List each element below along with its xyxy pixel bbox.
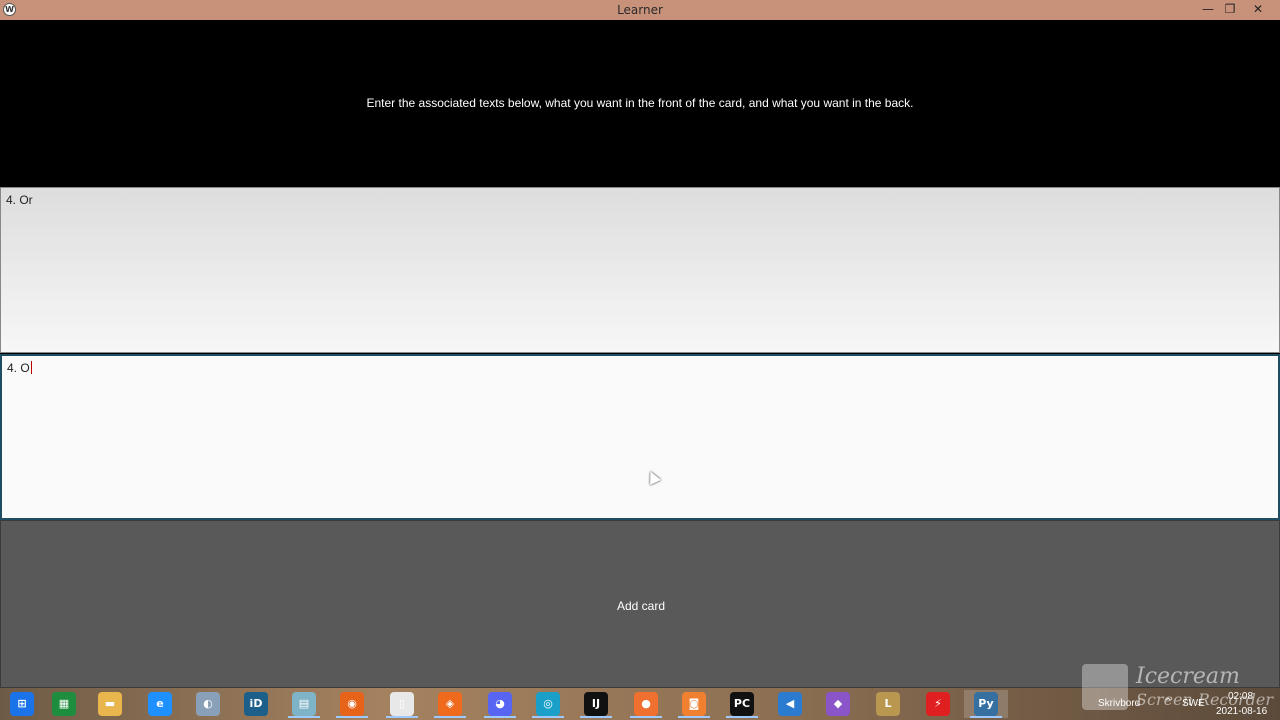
language-indicator[interactable]: SWE [1182,698,1205,709]
taskbar-intellij-button[interactable]: IJ [574,690,618,718]
blank-file-icon: ▯ [390,692,414,716]
python-icon: Py [974,692,998,716]
taskbar-brave-button[interactable]: ◈ [428,690,472,718]
taskbar-screenshot-button[interactable]: ◙ [672,690,716,718]
edge-icon: ◎ [536,692,560,716]
discord-icon: ◕ [488,692,512,716]
taskbar-python-button[interactable]: Py [964,690,1008,718]
taskbar-blank-file-button[interactable]: ▯ [380,690,424,718]
taskbar-firefox-button[interactable]: ◉ [330,690,374,718]
paint-icon: ◐ [196,692,220,716]
vscode-icon: ◀ [778,692,802,716]
minimize-button[interactable]: — [1196,0,1220,20]
taskbar-file-explorer-button[interactable]: ▬ [88,690,132,718]
instructions-text: Enter the associated texts below, what y… [366,96,914,110]
add-card-button[interactable]: Add card [0,520,1280,688]
front-text-input[interactable]: 4. Or [0,187,1280,353]
bolt-icon: ⚡ [926,692,950,716]
taskbar-screen-recorder-button[interactable]: ● [624,690,668,718]
clock-time[interactable]: 02:08 [1228,691,1253,702]
taskbar-discord-button[interactable]: ◕ [478,690,522,718]
taskbar-vscode-button[interactable]: ◀ [768,690,812,718]
screen-recorder-icon: ● [634,692,658,716]
firefox-icon: ◉ [340,692,364,716]
taskbar-notebook-button[interactable]: ▤ [282,690,326,718]
screenshot-icon: ◙ [682,692,706,716]
taskbar-visual-studio-button[interactable]: ◆ [816,690,860,718]
pycharm-icon: PC [730,692,754,716]
back-text-input[interactable]: 4. O [0,354,1280,520]
desktop-toolbar-label[interactable]: Skrivbord [1098,698,1140,709]
brave-icon: ◈ [438,692,462,716]
front-text-value: 4. Or [6,193,33,207]
instructions-header: Enter the associated texts below, what y… [0,20,1280,187]
intellij-icon: IJ [584,692,608,716]
title-bar: W Learner — ❐ ✕ [0,0,1280,20]
close-button[interactable]: ✕ [1246,0,1270,20]
taskbar-paint-button[interactable]: ◐ [186,690,230,718]
watermark-title: Icecream [1136,664,1240,689]
taskbar-league-button[interactable]: L [866,690,910,718]
chevron-up-icon[interactable]: ⌃ [1164,697,1172,708]
text-caret [30,361,32,374]
notebook-icon: ▤ [292,692,316,716]
window-title: Learner [617,3,663,17]
visual-studio-icon: ◆ [826,692,850,716]
windows-start-icon: ⊞ [10,692,34,716]
store-icon: ▦ [52,692,76,716]
internet-explorer-icon: e [148,692,172,716]
taskbar-internet-explorer-button[interactable]: e [138,690,182,718]
bankid-icon: iD [244,692,268,716]
taskbar-windows-start-button[interactable]: ⊞ [0,690,44,718]
maximize-button[interactable]: ❐ [1218,0,1242,20]
clock-date[interactable]: 2021-08-16 [1216,706,1267,717]
add-card-label: Add card [616,599,666,613]
taskbar-edge-button[interactable]: ◎ [526,690,570,718]
taskbar-bankid-button[interactable]: iD [234,690,278,718]
taskbar-bolt-button[interactable]: ⚡ [916,690,960,718]
league-icon: L [876,692,900,716]
taskbar-pycharm-button[interactable]: PC [720,690,764,718]
back-text-value: 4. O [7,361,30,375]
taskbar-store-button[interactable]: ▦ [42,690,86,718]
file-explorer-icon: ▬ [98,692,122,716]
system-tray: Skrivbord ⌃ SWE 02:08 2021-08-16 [1080,688,1280,720]
